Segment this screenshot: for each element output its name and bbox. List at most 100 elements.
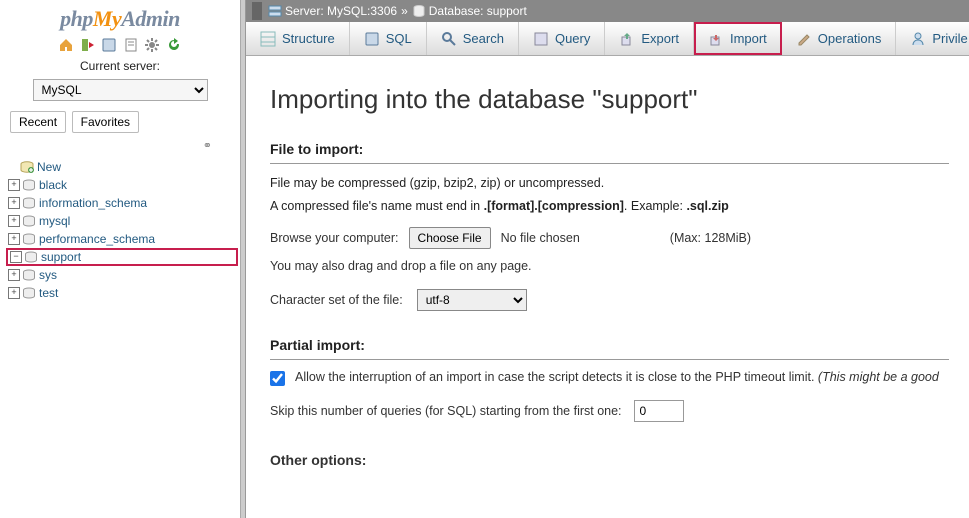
tree-label[interactable]: sys [39,266,57,284]
charset-select[interactable]: utf-8 [417,289,527,311]
database-icon [22,215,36,227]
recent-button[interactable]: Recent [10,111,66,133]
tab-search[interactable]: Search [427,22,519,55]
new-db-icon [20,161,34,173]
expander-icon[interactable]: + [8,197,20,209]
tree-label[interactable]: mysql [39,212,70,230]
server-select[interactable]: MySQL [33,79,208,101]
tree-row-performance-schema[interactable]: + performance_schema [6,230,240,248]
tree-label[interactable]: information_schema [39,194,147,212]
favorites-button[interactable]: Favorites [72,111,139,133]
browse-label: Browse your computer: [270,231,399,245]
drag-drop-hint: You may also drag and drop a file on any… [270,259,949,273]
tree-row-test[interactable]: + test [6,284,240,302]
search-icon [441,31,457,47]
tab-label: Search [463,31,504,46]
server-icon [268,4,282,18]
main: Server: MySQL:3306 » Database: support S… [246,0,969,518]
file-section-heading: File to import: [270,141,949,157]
tab-query[interactable]: Query [519,22,605,55]
tab-label: Privile [932,31,967,46]
tab-structure[interactable]: Structure [246,22,350,55]
tabs: Structure SQL Search Query Export Import… [246,22,969,56]
sql-icon[interactable] [101,37,117,53]
database-icon [412,4,426,18]
tab-sql[interactable]: SQL [350,22,427,55]
expander-icon[interactable]: + [8,179,20,191]
tab-label: Export [641,31,679,46]
database-icon [22,197,36,209]
gear-icon[interactable] [144,37,160,53]
database-icon [22,179,36,191]
database-icon [24,251,38,263]
tree-label[interactable]: New [37,158,61,176]
tab-label: Structure [282,31,335,46]
tab-label: Query [555,31,590,46]
database-icon [22,269,36,281]
tree-row-sys[interactable]: + sys [6,266,240,284]
page-title: Importing into the database "support" [270,84,949,115]
structure-icon [260,31,276,47]
tree-label[interactable]: support [41,248,81,266]
current-server-label: Current server: [0,59,240,73]
content: Importing into the database "support" Fi… [246,56,969,478]
db-tree: New + black + information_schema + mysql… [0,156,240,302]
collapse-arrow-icon[interactable] [252,2,262,20]
no-file-chosen: No file chosen [501,231,580,245]
tree-row-support[interactable]: − support [6,248,238,266]
tree-label[interactable]: black [39,176,67,194]
choose-file-button[interactable]: Choose File [409,227,491,249]
import-icon [708,31,724,47]
reload-icon[interactable] [166,37,182,53]
max-size: (Max: 128MiB) [670,231,751,245]
breadcrumb-sep: » [401,4,408,18]
logout-icon[interactable] [80,37,96,53]
tab-import[interactable]: Import [694,22,782,55]
tree-row-information-schema[interactable]: + information_schema [6,194,240,212]
tab-label: Import [730,31,767,46]
docs-icon[interactable] [123,37,139,53]
allow-interruption-checkbox[interactable] [270,371,285,386]
link-icon[interactable]: ⚭ [0,139,240,152]
expander-icon[interactable]: + [8,233,20,245]
tab-label: SQL [386,31,412,46]
divider-line [270,163,949,164]
breadcrumb: Server: MySQL:3306 » Database: support [246,0,969,22]
tab-export[interactable]: Export [605,22,694,55]
expander-icon[interactable]: − [10,251,22,263]
database-icon [22,233,36,245]
expander-icon[interactable]: + [8,287,20,299]
tree-label[interactable]: test [39,284,58,302]
tree-row-mysql[interactable]: + mysql [6,212,240,230]
tab-privileges[interactable]: Privile [896,22,969,55]
skip-queries-input[interactable] [634,400,684,422]
other-options-heading: Other options: [270,452,949,468]
compress-line2: A compressed file's name must end in .[f… [270,197,949,216]
browse-row: Browse your computer: Choose File No fil… [270,227,949,249]
home-icon[interactable] [58,37,74,53]
charset-row: Character set of the file: utf-8 [270,289,949,311]
toolbar-icons [0,34,240,59]
compress-line1: File may be compressed (gzip, bzip2, zip… [270,174,949,193]
expander-icon[interactable]: + [8,269,20,281]
expander-icon[interactable]: + [8,215,20,227]
skip-label: Skip this number of queries (for SQL) st… [270,404,622,418]
logo[interactable]: phpMyAdmin [0,0,240,34]
operations-icon [796,31,812,47]
compress-help: File may be compressed (gzip, bzip2, zip… [270,174,949,217]
tree-label[interactable]: performance_schema [39,230,155,248]
tree-new[interactable]: New [6,158,240,176]
divider-line [270,359,949,360]
privileges-icon [910,31,926,47]
breadcrumb-database[interactable]: Database: support [429,4,527,18]
sql-tab-icon [364,31,380,47]
allow-interruption-row: Allow the interruption of an import in c… [270,370,949,386]
database-icon [22,287,36,299]
tab-operations[interactable]: Operations [782,22,897,55]
partial-section-heading: Partial import: [270,337,949,353]
skip-queries-row: Skip this number of queries (for SQL) st… [270,400,949,422]
breadcrumb-server[interactable]: Server: MySQL:3306 [285,4,397,18]
export-icon [619,31,635,47]
tab-label: Operations [818,31,882,46]
tree-row-black[interactable]: + black [6,176,240,194]
